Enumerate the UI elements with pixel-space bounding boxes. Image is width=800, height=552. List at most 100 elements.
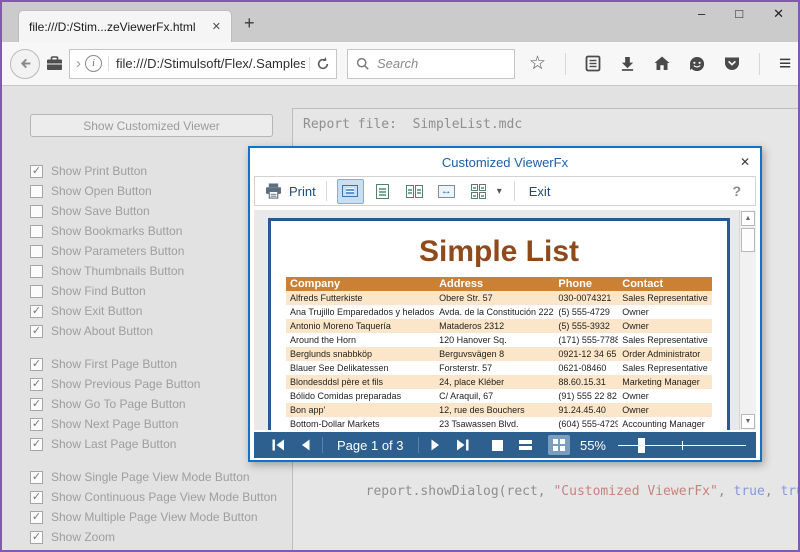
table-cell: Sales Representative: [618, 361, 712, 375]
statusbar-separator: [418, 437, 419, 453]
checkbox-label: Show About Button: [51, 324, 153, 338]
search-box[interactable]: [347, 49, 515, 79]
tab-close-icon[interactable]: ✕: [204, 20, 221, 33]
vertical-scrollbar[interactable]: ▲ ▼: [739, 210, 756, 430]
single-page-mode-button[interactable]: [484, 432, 511, 458]
new-tab-button[interactable]: +: [244, 14, 255, 32]
scroll-down-icon[interactable]: ▼: [741, 414, 755, 429]
checkbox-row: ✓Show Print Button: [30, 161, 277, 181]
code-line: report.showDialog(rect, "Customized View…: [303, 469, 800, 514]
chat-icon[interactable]: [689, 56, 705, 72]
checkbox-label: Show Next Page Button: [51, 417, 178, 431]
table-row: Bottom-Dollar Markets23 Tsawassen Blvd.(…: [286, 417, 712, 430]
checkbox-row: Show Save Button: [30, 201, 277, 221]
checkbox[interactable]: [30, 205, 43, 218]
continuous-view-button[interactable]: [369, 179, 396, 204]
search-input[interactable]: [375, 55, 506, 72]
checkbox[interactable]: ✓: [30, 511, 43, 524]
checkbox[interactable]: ✓: [30, 325, 43, 338]
slider-thumb[interactable]: [638, 438, 645, 453]
minimize-button[interactable]: –: [698, 6, 705, 22]
checkbox[interactable]: ✓: [30, 438, 43, 451]
table-cell: 12, rue des Bouchers: [435, 403, 554, 417]
column-header: Address: [435, 277, 554, 291]
scroll-up-icon[interactable]: ▲: [741, 211, 755, 226]
checkbox[interactable]: ✓: [30, 305, 43, 318]
last-page-button[interactable]: [448, 432, 477, 458]
maximize-button[interactable]: □: [735, 6, 743, 22]
url-bar[interactable]: › i file:///D:/Stimulsoft/Flex/.Samples/: [69, 49, 337, 79]
toolbar-separator: [565, 53, 566, 75]
toolbar-separator: [759, 53, 760, 75]
table-cell: Blauer See Delikatessen: [286, 361, 435, 375]
multiple-pages-mode-button[interactable]: [548, 435, 570, 455]
reading-list-icon[interactable]: [585, 55, 601, 72]
checkbox[interactable]: ✓: [30, 418, 43, 431]
table-cell: C/ Araquil, 67: [435, 389, 554, 403]
table-cell: (5) 555-4729: [554, 305, 618, 319]
checkbox-row: Show Parameters Button: [30, 241, 277, 261]
dialog-close-icon[interactable]: ✕: [740, 155, 750, 169]
home-icon[interactable]: [654, 56, 670, 71]
page-width-view-button[interactable]: ↔: [433, 179, 460, 204]
checkbox[interactable]: [30, 245, 43, 258]
dialog-title-bar[interactable]: Customized ViewerFx ✕: [250, 148, 760, 176]
checkbox[interactable]: ✓: [30, 531, 43, 544]
checkbox[interactable]: [30, 185, 43, 198]
code-prefix: report.showDialog(rect,: [366, 484, 554, 499]
checkbox-label: Show Thumbnails Button: [51, 264, 184, 278]
next-page-button[interactable]: [423, 432, 448, 458]
url-text[interactable]: file:///D:/Stimulsoft/Flex/.Samples/: [108, 56, 305, 71]
show-customized-viewer-button[interactable]: Show Customized Viewer: [30, 114, 273, 137]
chevron-icon: ›: [76, 55, 81, 72]
checkbox-row: ✓Show Zoom: [30, 527, 277, 547]
pocket-icon[interactable]: [724, 56, 740, 71]
zoom-slider[interactable]: [618, 437, 746, 453]
previous-page-button[interactable]: [293, 432, 318, 458]
code-comma: ,: [718, 484, 734, 499]
table-cell: Bólido Comidas preparadas: [286, 389, 435, 403]
checkbox-label: Show Go To Page Button: [51, 397, 186, 411]
facing-pages-view-button[interactable]: [401, 179, 428, 204]
reload-icon[interactable]: [309, 57, 330, 71]
checkbox[interactable]: [30, 285, 43, 298]
single-page-view-button[interactable]: [337, 179, 364, 204]
code-keyword: true: [734, 484, 765, 499]
table-row: Bólido Comidas preparadasC/ Araquil, 67(…: [286, 389, 712, 403]
checkbox[interactable]: ✓: [30, 491, 43, 504]
menu-icon[interactable]: ≡: [779, 54, 791, 74]
help-button[interactable]: ?: [732, 183, 745, 199]
scrollbar-thumb[interactable]: [741, 228, 755, 252]
close-button[interactable]: ✕: [773, 6, 784, 22]
code-comma: ,: [765, 484, 781, 499]
checkbox[interactable]: ✓: [30, 398, 43, 411]
exit-button[interactable]: Exit: [529, 184, 551, 199]
checkbox-row: ✓Show Continuous Page View Mode Button: [30, 487, 277, 507]
table-cell: Accounting Manager: [618, 417, 712, 430]
page-indicator[interactable]: Page 1 of 3: [327, 438, 414, 453]
view-mode-dropdown-icon[interactable]: ▾: [497, 186, 502, 197]
briefcase-icon[interactable]: [46, 56, 63, 71]
checkbox[interactable]: ✓: [30, 378, 43, 391]
info-icon[interactable]: i: [85, 55, 102, 72]
tab-bar: file:///D:/Stim...zeViewerFx.html ✕ + – …: [2, 2, 798, 42]
download-icon[interactable]: [620, 56, 635, 71]
checkbox[interactable]: [30, 265, 43, 278]
continuous-mode-button[interactable]: [511, 432, 540, 458]
single-page-mode-icon: [492, 440, 503, 451]
window-controls: – □ ✕: [698, 6, 784, 22]
table-cell: Sales Representative: [618, 333, 712, 347]
table-cell: (91) 555 22 82: [554, 389, 618, 403]
checkbox-row: ✓Show Multiple Page View Mode Button: [30, 507, 277, 527]
checkbox[interactable]: ✓: [30, 471, 43, 484]
browser-tab[interactable]: file:///D:/Stim...zeViewerFx.html ✕: [18, 10, 232, 42]
multiple-pages-view-button[interactable]: [465, 179, 492, 204]
checkbox[interactable]: ✓: [30, 358, 43, 371]
checkbox[interactable]: ✓: [30, 165, 43, 178]
print-button[interactable]: Print: [265, 183, 316, 199]
table-cell: 91.24.45.40: [554, 403, 618, 417]
bookmark-star-icon[interactable]: ☆: [529, 54, 546, 73]
checkbox[interactable]: [30, 225, 43, 238]
back-button[interactable]: [10, 49, 40, 79]
first-page-button[interactable]: [264, 432, 293, 458]
